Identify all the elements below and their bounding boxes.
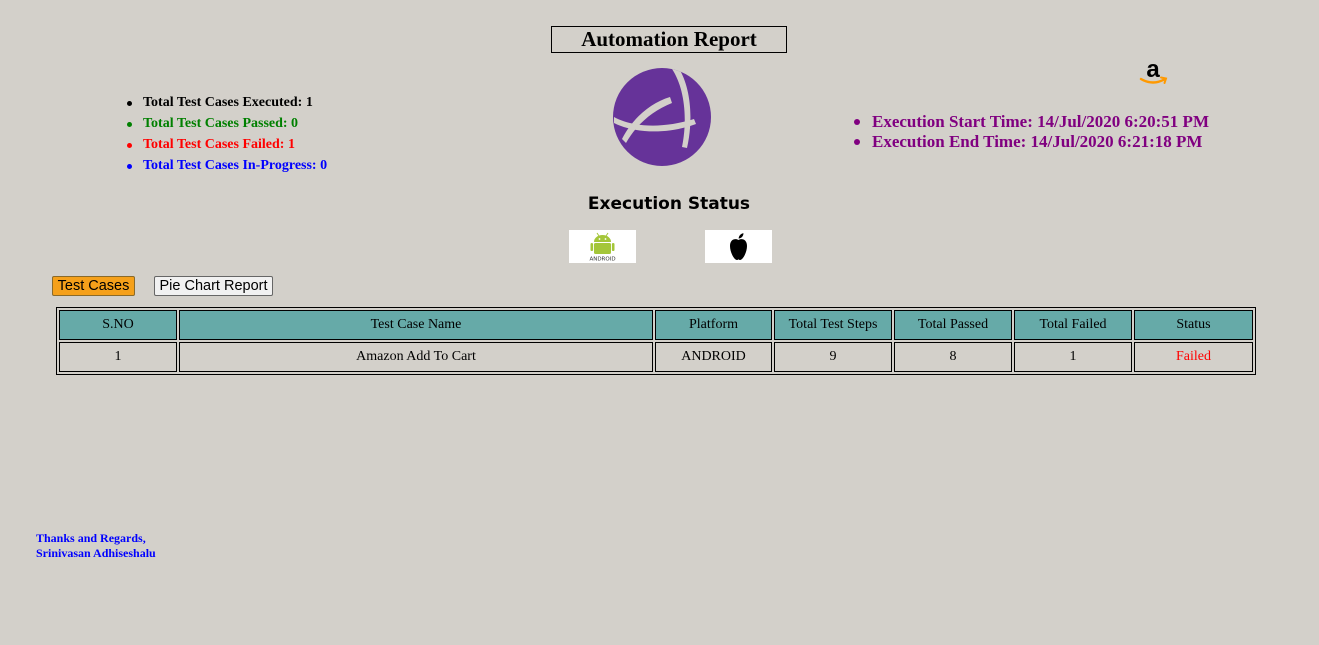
header-total-failed: Total Failed	[1014, 310, 1132, 340]
summary-in-progress: Total Test Cases In-Progress: 0	[125, 155, 327, 176]
svg-text:a: a	[1146, 56, 1160, 83]
table-header-row: S.NO Test Case Name Platform Total Test …	[59, 310, 1253, 340]
cell-sno: 1	[59, 342, 177, 372]
summary-passed: Total Test Cases Passed: 0	[125, 113, 327, 134]
execution-times: Execution Start Time: 14/Jul/2020 6:20:5…	[852, 112, 1209, 152]
cell-total-passed: 8	[894, 342, 1012, 372]
android-icon: ANDROID	[589, 232, 616, 263]
apple-icon	[730, 233, 747, 260]
company-logo-icon	[613, 68, 711, 166]
test-results-table: S.NO Test Case Name Platform Total Test …	[56, 307, 1256, 375]
header-sno: S.NO	[59, 310, 177, 340]
footer-regards: Thanks and Regards,	[36, 531, 146, 545]
android-label: ANDROID	[589, 257, 615, 263]
pie-chart-report-tab[interactable]: Pie Chart Report	[154, 276, 273, 296]
execution-end-time: Execution End Time: 14/Jul/2020 6:21:18 …	[852, 132, 1209, 152]
summary-list: Total Test Cases Executed: 1 Total Test …	[125, 92, 327, 176]
cell-platform: ANDROID	[655, 342, 772, 372]
test-cases-tab[interactable]: Test Cases	[52, 276, 135, 296]
cell-total-failed: 1	[1014, 342, 1132, 372]
summary-failed: Total Test Cases Failed: 1	[125, 134, 327, 155]
header-test-case-name: Test Case Name	[179, 310, 653, 340]
table-row[interactable]: 1 Amazon Add To Cart ANDROID 9 8 1 Faile…	[59, 342, 1253, 372]
ios-platform-button[interactable]	[705, 230, 772, 263]
footer-name: Srinivasan Adhiseshalu	[36, 546, 156, 560]
cell-test-case-name: Amazon Add To Cart	[179, 342, 653, 372]
summary-executed: Total Test Cases Executed: 1	[125, 92, 327, 113]
android-platform-button[interactable]: ANDROID	[569, 230, 636, 263]
execution-start-time: Execution Start Time: 14/Jul/2020 6:20:5…	[852, 112, 1209, 132]
header-total-passed: Total Passed	[894, 310, 1012, 340]
cell-total-test-steps: 9	[774, 342, 892, 372]
amazon-logo-icon: a	[1139, 56, 1168, 84]
cell-status: Failed	[1134, 342, 1253, 372]
footer-signature: Thanks and Regards, Srinivasan Adhisesha…	[36, 531, 156, 561]
execution-status-title: Execution Status	[587, 194, 751, 214]
report-title: Automation Report	[551, 26, 787, 53]
header-status: Status	[1134, 310, 1253, 340]
header-platform: Platform	[655, 310, 772, 340]
header-total-test-steps: Total Test Steps	[774, 310, 892, 340]
